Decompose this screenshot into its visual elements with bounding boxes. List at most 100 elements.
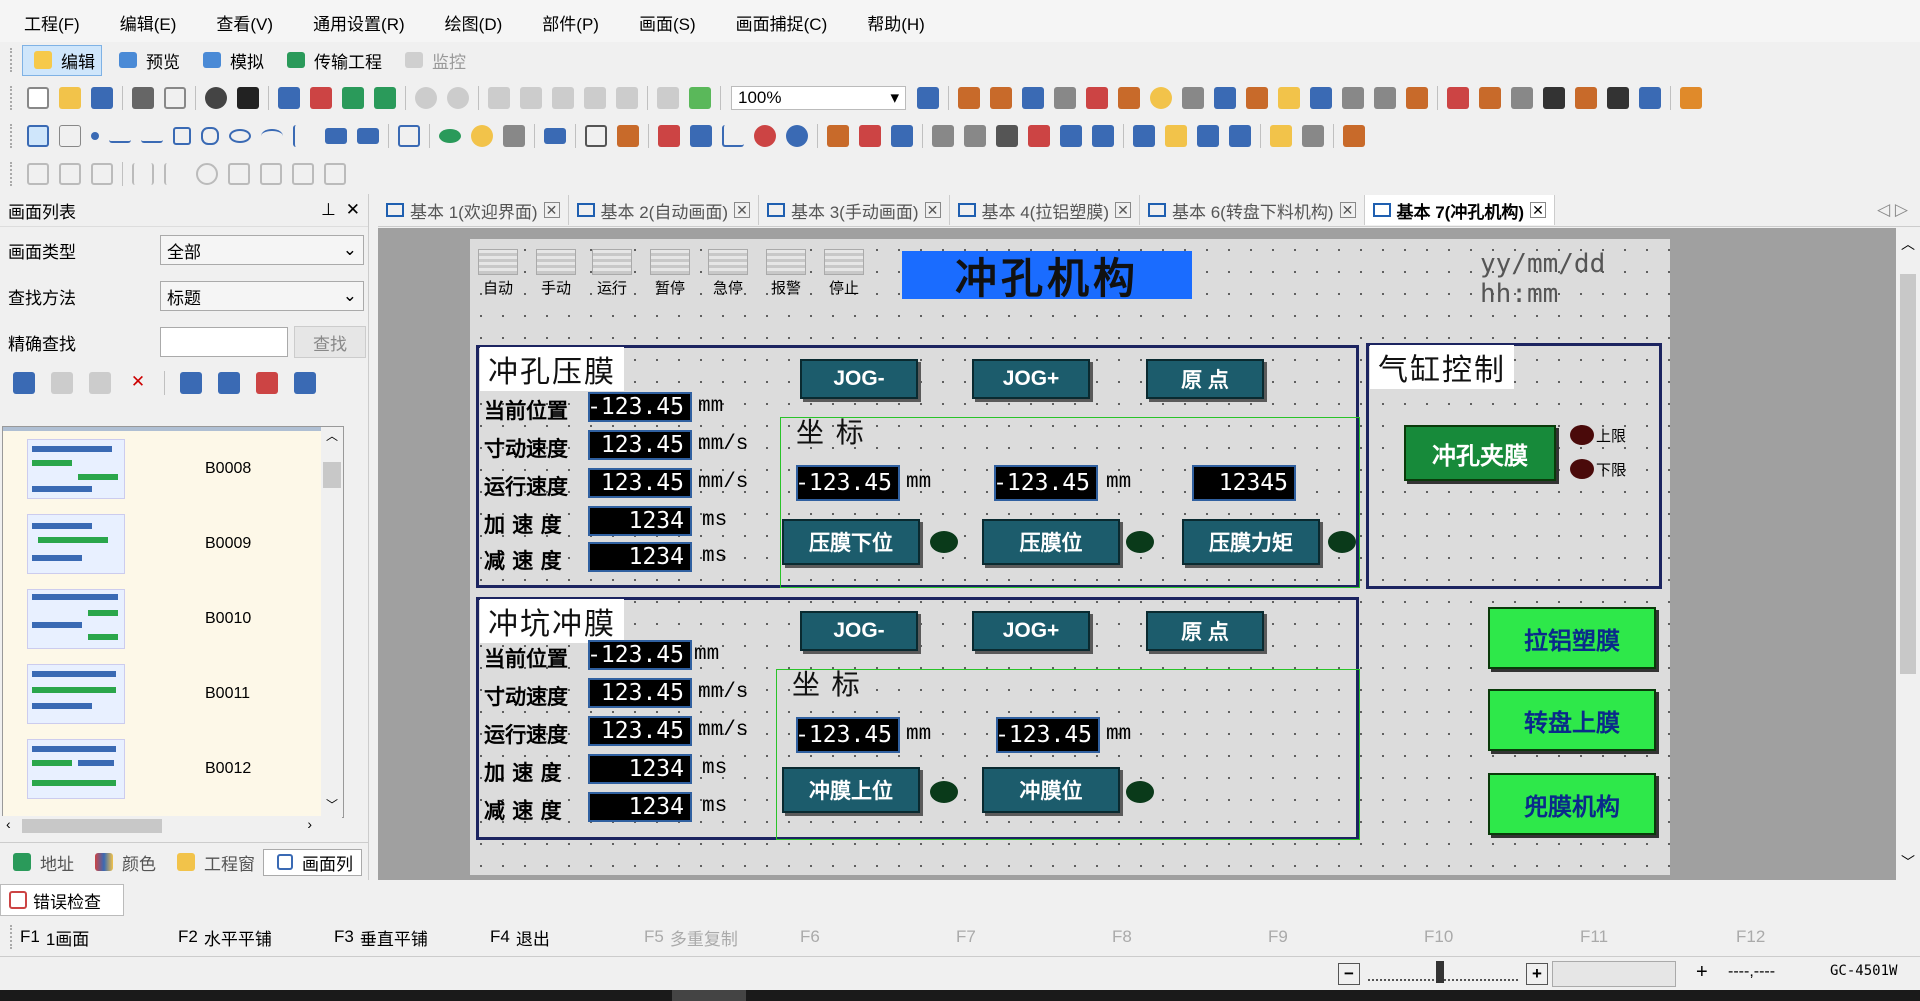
paste-screen-icon[interactable]	[89, 372, 111, 394]
table2-icon[interactable]	[585, 125, 607, 147]
exact-search-input[interactable]	[160, 327, 288, 357]
nav-pocket-film-button[interactable]: 兜膜机构	[1488, 773, 1656, 835]
screen-prop-icon[interactable]	[180, 372, 202, 394]
capture-icon[interactable]	[237, 87, 259, 109]
canvas-vscrollbar[interactable]: ︿ ﹀	[1896, 228, 1920, 880]
screen-type-select[interactable]: 全部 ⌄	[160, 235, 364, 265]
save-icon[interactable]	[91, 87, 113, 109]
screen-icon[interactable]	[278, 87, 300, 109]
part-icon[interactable]	[891, 125, 913, 147]
toolbar-grip[interactable]	[10, 925, 16, 949]
jog-minus-button[interactable]: JOG-	[800, 359, 918, 399]
part-icon[interactable]	[1054, 87, 1076, 109]
close-icon[interactable]: ✕	[734, 202, 750, 218]
part-icon[interactable]	[1374, 87, 1396, 109]
part-icon[interactable]	[1060, 125, 1082, 147]
tab-screen-1[interactable]: 基本 1(欢迎界面) ✕	[378, 195, 569, 225]
coord-value[interactable]: -123.45	[795, 465, 900, 501]
ungroup-icon[interactable]	[324, 163, 346, 185]
menu-help[interactable]: 帮助(H)	[843, 10, 941, 35]
part-icon[interactable]	[1133, 125, 1155, 147]
toolbar-grip[interactable]	[10, 86, 16, 110]
scroll-up-icon[interactable]: ︿	[1896, 234, 1920, 254]
fkey-f2[interactable]: F2 水平平铺	[178, 925, 272, 950]
list-hscrollbar[interactable]: ‹ ›	[2, 816, 342, 836]
text-icon[interactable]	[59, 125, 81, 147]
window-icon[interactable]	[310, 87, 332, 109]
new-screen-icon[interactable]	[13, 372, 35, 394]
fkey-f5[interactable]: F5 多重复制	[644, 925, 738, 950]
part-icon[interactable]	[1214, 87, 1236, 109]
table-icon[interactable]	[325, 128, 347, 144]
tab-scroll-arrows[interactable]: ◁ ▷	[1877, 200, 1908, 220]
search-method-select[interactable]: 标题 ⌄	[160, 281, 364, 311]
brush-icon[interactable]	[1680, 87, 1702, 109]
part-icon[interactable]	[1086, 87, 1108, 109]
hmi-screen[interactable]: 自动 手动 运行 暂停 急停 报警 停止 冲孔机构 yy/mm/dd hh:mm…	[470, 239, 1670, 875]
part-icon[interactable]	[1607, 87, 1629, 109]
bulb-icon[interactable]	[471, 125, 493, 147]
jog-minus-button[interactable]: JOG-	[800, 611, 918, 651]
tab-screen-4[interactable]: 基本 4(拉铝塑膜) ✕	[950, 195, 1140, 225]
part-icon[interactable]	[1310, 87, 1332, 109]
camera-icon[interactable]	[205, 87, 227, 109]
run-speed-value[interactable]: 123.45	[588, 468, 692, 498]
part-icon[interactable]	[1543, 87, 1565, 109]
close-icon[interactable]: ✕	[924, 202, 941, 218]
screen-import-icon[interactable]	[294, 372, 316, 394]
scale-icon[interactable]	[293, 125, 315, 147]
find-icon[interactable]	[657, 87, 679, 109]
grid-icon[interactable]	[398, 125, 420, 147]
run-speed-value[interactable]: 123.45	[588, 716, 692, 746]
part-icon[interactable]	[1406, 87, 1428, 109]
toolbar-grip[interactable]	[10, 162, 16, 186]
part-icon[interactable]	[1343, 125, 1365, 147]
fkey-f10[interactable]: F10	[1424, 927, 1453, 947]
coord-value[interactable]: -123.45	[795, 717, 900, 753]
delete-icon[interactable]	[616, 87, 638, 109]
screen-export-icon[interactable]	[256, 372, 278, 394]
preview-button[interactable]: 预览	[108, 46, 186, 75]
rotate-icon[interactable]	[196, 163, 218, 185]
close-icon[interactable]: ✕	[1339, 202, 1356, 218]
dot-icon[interactable]	[91, 132, 99, 140]
part-icon[interactable]	[1342, 87, 1364, 109]
zoom-select[interactable]: 100% ▾	[731, 86, 906, 110]
part-icon[interactable]	[1182, 87, 1204, 109]
polyline-icon[interactable]	[141, 129, 163, 143]
status-alarm[interactable]: 报警	[764, 249, 808, 298]
zoom-in-icon[interactable]: +	[1526, 963, 1548, 985]
pin-icon[interactable]: ⊥	[321, 200, 336, 219]
part-icon[interactable]	[1479, 87, 1501, 109]
accel-value[interactable]: 1234	[588, 506, 692, 536]
transfer-project-button[interactable]: 传输工程	[276, 46, 388, 75]
origin-button[interactable]: 原 点	[1146, 359, 1264, 399]
redo-icon[interactable]	[447, 87, 469, 109]
ellipse-icon[interactable]	[229, 129, 251, 143]
print-preview-icon[interactable]	[164, 87, 186, 109]
fkey-f6[interactable]: F6	[800, 927, 820, 947]
nav-aluminum-film-button[interactable]: 拉铝塑膜	[1488, 607, 1656, 669]
screen-image-icon[interactable]	[917, 87, 939, 109]
meter-icon[interactable]	[754, 125, 776, 147]
jog-plus-button[interactable]: JOG+	[972, 611, 1090, 651]
note-icon[interactable]	[503, 125, 525, 147]
tab-address[interactable]: 地址	[0, 850, 82, 875]
film-up-button[interactable]: 冲膜上位	[782, 767, 920, 813]
line-icon[interactable]	[109, 129, 131, 143]
fkey-f7[interactable]: F7	[956, 927, 976, 947]
coord-value[interactable]: -123.45	[995, 717, 1100, 753]
download-icon[interactable]	[342, 87, 364, 109]
part-icon[interactable]	[859, 125, 881, 147]
part-icon[interactable]	[1302, 125, 1324, 147]
fkey-f3[interactable]: F3 垂直平铺	[334, 925, 428, 950]
group-icon[interactable]	[292, 163, 314, 185]
press-torque-button[interactable]: 压膜力矩	[1182, 519, 1320, 565]
status-manual[interactable]: 手动	[534, 249, 578, 298]
trend-icon[interactable]	[690, 125, 712, 147]
tab-color[interactable]: 颜色	[82, 850, 164, 875]
paste-icon[interactable]	[552, 87, 574, 109]
torque-value[interactable]: 12345	[1192, 465, 1296, 501]
close-icon[interactable]: ✕	[346, 200, 360, 219]
menu-edit[interactable]: 编辑(E)	[96, 10, 193, 35]
